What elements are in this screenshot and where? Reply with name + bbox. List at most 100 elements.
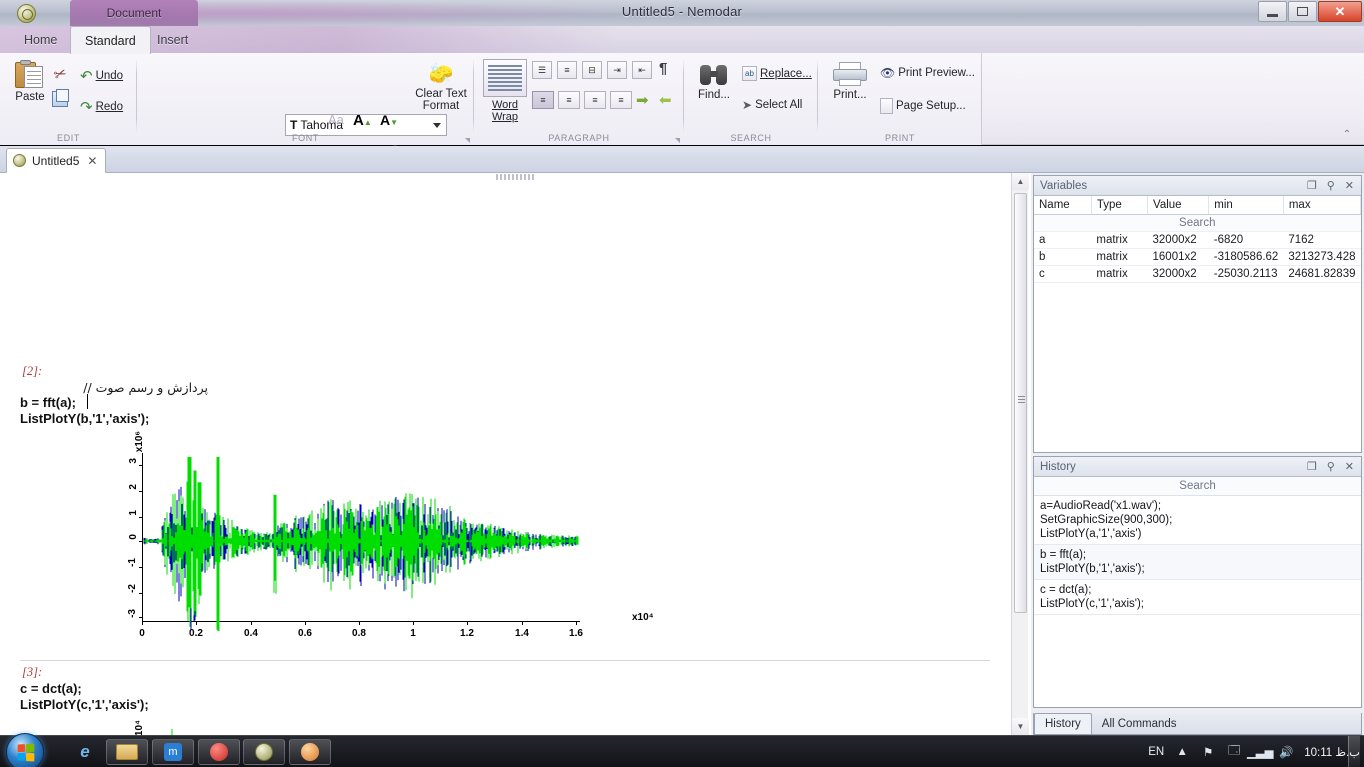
print-button[interactable]: Print...: [826, 61, 874, 101]
word-wrap-button[interactable]: Word Wrap: [482, 59, 528, 123]
variables-panel-title: Variables: [1040, 180, 1087, 192]
maximize-button[interactable]: [1288, 1, 1317, 22]
plot-dct-output: x10⁴ 2 1 0 -1 -2: [110, 718, 670, 735]
taskbar-folder-explorer-icon[interactable]: [106, 739, 148, 765]
list-item[interactable]: b = fft(a); ListPlotY(b,'1','axis');: [1034, 545, 1361, 580]
page-setup-icon: [880, 98, 893, 114]
network-icon[interactable]: 🗔: [1226, 744, 1242, 760]
tray-language[interactable]: EN: [1148, 746, 1164, 758]
collapse-ribbon-button[interactable]: ⌃: [1338, 126, 1356, 142]
list-item[interactable]: a=AudioRead('x1.wav'); SetGraphicSize(90…: [1034, 496, 1361, 545]
variables-restore-icon[interactable]: ❐: [1307, 179, 1317, 192]
table-row[interactable]: c matrix 32000x2 -25030.2113 24681.82839: [1034, 266, 1361, 283]
find-button[interactable]: Find...: [692, 63, 736, 101]
col-value[interactable]: Value: [1148, 196, 1209, 215]
show-desktop-button[interactable]: [1348, 736, 1360, 767]
grow-font-button[interactable]: A▲: [353, 112, 372, 129]
cell-separator: [20, 660, 990, 661]
taskbar-maxthon-browser-icon[interactable]: m: [152, 739, 194, 765]
close-icon[interactable]: ✕: [87, 154, 97, 168]
page-setup-button[interactable]: Page Setup...: [880, 98, 966, 114]
change-case-icon[interactable]: Aa: [328, 112, 344, 127]
increase-indent-button[interactable]: ⇤: [632, 61, 652, 79]
tab-all-commands[interactable]: All Commands: [1092, 713, 1187, 734]
document-tab-untitled5[interactable]: Untitled5 ✕: [6, 148, 106, 173]
var-min: -25030.2113: [1209, 266, 1284, 283]
select-all-button[interactable]: ➤ Select All: [742, 98, 802, 112]
ribbon-tab-strip: Home Standard Insert: [0, 26, 1364, 53]
col-type[interactable]: Type: [1091, 196, 1147, 215]
taskbar-media-app-icon[interactable]: [289, 739, 331, 765]
clear-text-format-button[interactable]: 🧽 Clear Text Format: [405, 61, 477, 112]
var-max: 24681.82839: [1283, 266, 1360, 283]
var-type: matrix: [1091, 232, 1147, 249]
decrease-indent-button[interactable]: ⇥: [607, 61, 627, 79]
tab-insert[interactable]: Insert: [143, 26, 202, 53]
volume-icon[interactable]: 🔊: [1278, 744, 1294, 760]
start-orb-icon[interactable]: [6, 733, 44, 767]
list-item[interactable]: c = dct(a); ListPlotY(c,'1','axis');: [1034, 580, 1361, 615]
table-row[interactable]: a matrix 32000x2 -6820 7162: [1034, 232, 1361, 249]
rtl-direction-button[interactable]: ⬅: [659, 91, 672, 109]
tab-history[interactable]: History: [1034, 713, 1092, 734]
document-vertical-scrollbar[interactable]: ▲ ▼: [1011, 173, 1028, 735]
history-search-field[interactable]: Search: [1034, 477, 1361, 496]
scissors-icon[interactable]: ✂: [51, 63, 69, 84]
var-max: 3213273.428: [1283, 249, 1360, 266]
bullet-list-button[interactable]: ☰: [532, 61, 552, 79]
align-center-button[interactable]: ≡: [558, 91, 580, 109]
variables-close-icon[interactable]: ✕: [1345, 179, 1354, 192]
select-all-icon: ➤: [742, 98, 752, 112]
history-close-icon[interactable]: ✕: [1345, 460, 1354, 473]
variables-search-field[interactable]: Search: [1034, 215, 1361, 232]
variables-panel-header: Variables ❐ ⚲ ✕: [1034, 176, 1361, 196]
multilevel-list-button[interactable]: ⊟: [582, 61, 602, 79]
align-justify-button[interactable]: ≡: [610, 91, 632, 109]
col-min[interactable]: min: [1209, 196, 1284, 215]
col-name[interactable]: Name: [1034, 196, 1091, 215]
table-row[interactable]: b matrix 16001x2 -3180586.62 3213273.428: [1034, 249, 1361, 266]
notebook-canvas[interactable]: [2]: پردازش و رسم صوت // b = fft(a); Lis…: [0, 173, 1031, 735]
col-max[interactable]: max: [1283, 196, 1360, 215]
print-preview-label: Print Preview...: [898, 67, 975, 79]
scroll-down-icon[interactable]: ▼: [1012, 718, 1029, 735]
font-dialog-launcher[interactable]: [465, 138, 470, 143]
var-name: c: [1034, 266, 1091, 283]
taskbar-internet-download-manager-icon[interactable]: [198, 739, 240, 765]
numbered-list-button[interactable]: ≡: [557, 61, 577, 79]
tab-home[interactable]: Home: [10, 26, 71, 53]
chevron-down-icon[interactable]: [433, 123, 441, 128]
print-preview-button[interactable]: 👁 Print Preview...: [880, 66, 975, 80]
undo-button[interactable]: ↶ Undo: [80, 67, 123, 85]
redo-button[interactable]: ↷ Redo: [80, 98, 123, 116]
copy-icon[interactable]: [52, 91, 68, 107]
align-right-button[interactable]: ≡: [584, 91, 606, 109]
history-pin-icon[interactable]: ⚲: [1327, 460, 1335, 473]
cell-index-3: [3]:: [22, 665, 42, 680]
signal-bars-icon[interactable]: ▁▃▅: [1252, 744, 1268, 760]
align-left-button[interactable]: ≡: [532, 91, 554, 109]
action-center-icon[interactable]: ⚑: [1200, 744, 1216, 760]
paragraph-dialog-launcher[interactable]: [675, 138, 680, 143]
show-hidden-icons-icon[interactable]: ▲: [1174, 744, 1190, 760]
paste-button[interactable]: Paste: [8, 61, 52, 103]
document-tab-label: Untitled5: [32, 154, 79, 168]
close-button[interactable]: ✕: [1318, 1, 1362, 22]
minimize-button[interactable]: [1258, 1, 1287, 22]
history-restore-icon[interactable]: ❐: [1307, 460, 1317, 473]
ltr-direction-button[interactable]: ➡: [636, 91, 649, 109]
scrollbar-thumb[interactable]: [1014, 193, 1027, 613]
replace-button[interactable]: ab Replace...: [742, 66, 812, 81]
var-value: 32000x2: [1148, 232, 1209, 249]
taskbar-internet-explorer-icon[interactable]: e: [64, 739, 106, 765]
cell-2-comment: پردازش و رسم صوت //: [78, 380, 208, 395]
scroll-up-icon[interactable]: ▲: [1012, 173, 1029, 190]
shrink-font-button[interactable]: A▼: [380, 112, 398, 128]
taskbar-nemodar-app-icon[interactable]: [243, 739, 285, 765]
splitter-grip[interactable]: [496, 174, 536, 180]
variables-pin-icon[interactable]: ⚲: [1327, 179, 1335, 192]
pilcrow-button[interactable]: ¶: [659, 60, 667, 77]
eye-icon: 👁: [880, 66, 895, 80]
tab-standard[interactable]: Standard: [70, 26, 151, 54]
history-list: a=AudioRead('x1.wav'); SetGraphicSize(90…: [1034, 496, 1361, 615]
